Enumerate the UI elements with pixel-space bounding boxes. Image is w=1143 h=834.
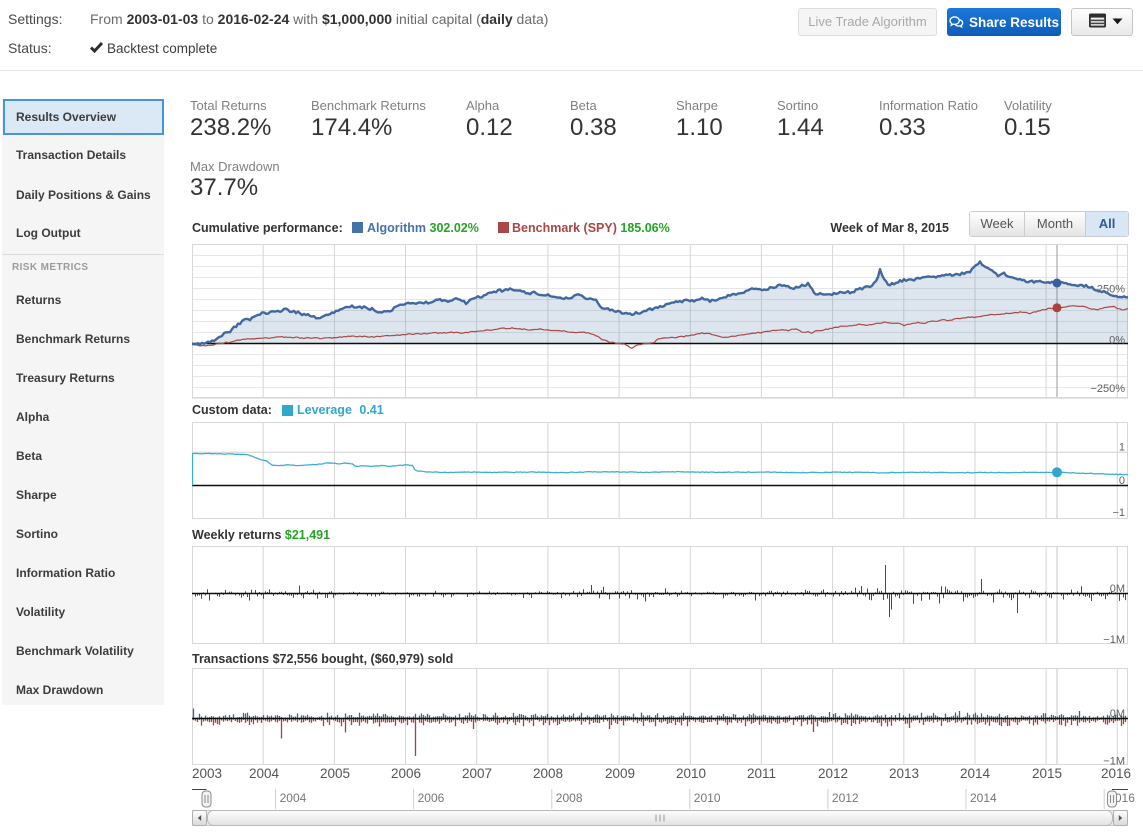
svg-text:0M: 0M xyxy=(1110,708,1125,720)
svg-text:250%: 250% xyxy=(1097,284,1125,296)
svg-text:2012: 2012 xyxy=(832,791,859,805)
svg-text:2004: 2004 xyxy=(280,791,307,805)
svg-text:2010: 2010 xyxy=(694,791,721,805)
svg-text:0: 0 xyxy=(1119,475,1125,487)
svg-text:−250%: −250% xyxy=(1090,383,1125,395)
svg-text:1: 1 xyxy=(1119,441,1125,453)
svg-text:−1: −1 xyxy=(1112,507,1125,519)
svg-text:0M: 0M xyxy=(1110,583,1125,595)
svg-text:2006: 2006 xyxy=(418,791,445,805)
svg-text:2014: 2014 xyxy=(970,791,997,805)
svg-text:−1M: −1M xyxy=(1103,634,1125,646)
svg-text:0%: 0% xyxy=(1109,335,1125,347)
svg-text:2008: 2008 xyxy=(556,791,583,805)
